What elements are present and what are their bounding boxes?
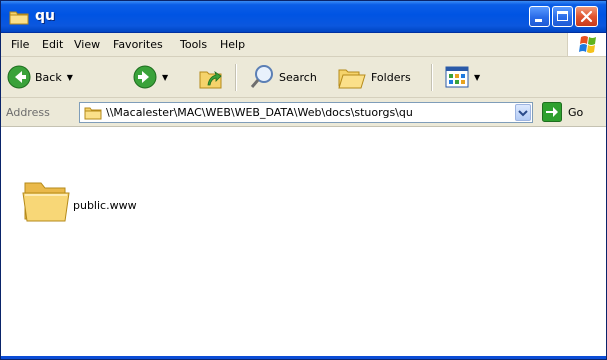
forward-arrow-icon: [133, 65, 157, 89]
chevron-down-icon: [518, 110, 528, 117]
go-label: Go: [568, 105, 584, 119]
title-bar[interactable]: qu: [1, 1, 606, 33]
minimize-icon: [535, 19, 542, 22]
back-label: Back: [35, 70, 62, 84]
explorer-window: qu File Edit View Favorites Tools Help B…: [0, 0, 607, 360]
back-button[interactable]: Back ▼: [7, 65, 73, 89]
menu-file[interactable]: File: [11, 38, 29, 51]
menu-edit[interactable]: Edit: [42, 38, 63, 51]
views-button[interactable]: ▼: [445, 66, 480, 88]
folder-icon: [22, 182, 70, 222]
go-button[interactable]: Go: [542, 102, 583, 122]
folder-item[interactable]: [21, 175, 73, 228]
folder-icon: [9, 9, 29, 25]
forward-button[interactable]: ▼: [133, 65, 168, 89]
back-arrow-icon: [7, 65, 31, 89]
window-border-bottom: [1, 356, 606, 359]
search-icon: [250, 65, 273, 88]
menu-tools[interactable]: Tools: [180, 38, 207, 51]
search-label: Search: [279, 70, 317, 84]
toolbar-separator: [235, 64, 237, 91]
views-dropdown-icon[interactable]: ▼: [474, 73, 480, 82]
windows-logo: [567, 33, 606, 56]
maximize-icon: [557, 11, 568, 21]
folders-button[interactable]: Folders: [337, 64, 411, 90]
search-button[interactable]: Search: [249, 64, 317, 90]
menu-favorites[interactable]: Favorites: [113, 38, 163, 51]
address-bar: Address \\Macalester\MAC\WEB\WEB_DATA\We…: [1, 98, 606, 127]
address-value: \\Macalester\MAC\WEB\WEB_DATA\Web\docs\s…: [106, 106, 413, 119]
close-icon: [580, 10, 593, 23]
window-title: qu: [35, 8, 55, 24]
folder-item-label[interactable]: public.www: [73, 199, 137, 212]
maximize-button[interactable]: [552, 6, 573, 27]
menu-help[interactable]: Help: [220, 38, 245, 51]
folders-icon: [338, 69, 366, 89]
toolbar-separator: [431, 64, 433, 91]
forward-dropdown-icon[interactable]: ▼: [162, 73, 168, 82]
back-dropdown-icon[interactable]: ▼: [67, 73, 73, 82]
file-list[interactable]: public.www: [1, 127, 606, 359]
up-button[interactable]: [197, 63, 225, 91]
close-button[interactable]: [575, 6, 598, 27]
standard-toolbar: Back ▼ ▼ Search Folders ▼: [1, 57, 606, 98]
address-dropdown-button[interactable]: [515, 104, 531, 121]
address-input[interactable]: \\Macalester\MAC\WEB\WEB_DATA\Web\docs\s…: [79, 102, 533, 123]
minimize-button[interactable]: [529, 6, 550, 27]
windows-logo-icon: [579, 36, 596, 53]
views-icon: [445, 66, 469, 88]
folders-label: Folders: [371, 70, 411, 84]
menu-view[interactable]: View: [74, 38, 100, 51]
menu-bar: File Edit View Favorites Tools Help: [1, 33, 606, 57]
address-label: Address: [6, 106, 50, 119]
folder-icon: [84, 107, 102, 120]
go-arrow-icon: [542, 102, 562, 122]
up-folder-icon: [199, 71, 222, 89]
